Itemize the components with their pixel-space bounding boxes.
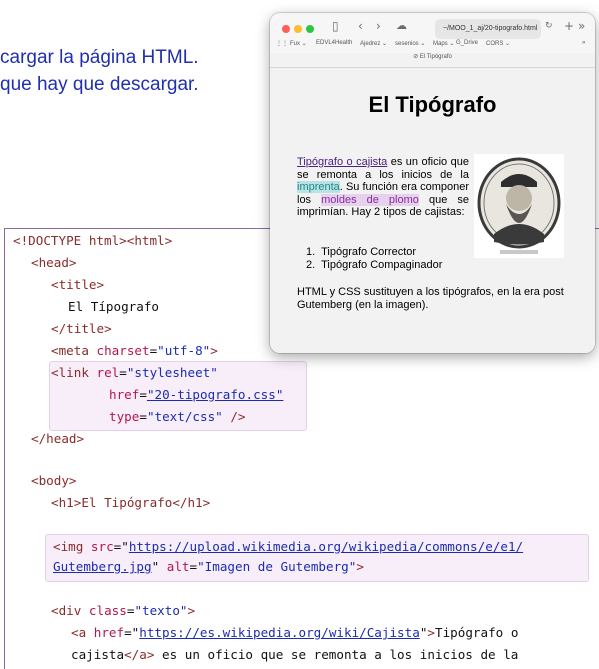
code-line-title-open: <title>	[51, 277, 105, 292]
cajista-href-link[interactable]: https://es.wikipedia.org/wiki/Cajista	[139, 625, 420, 640]
img-src-link-2[interactable]: Gutemberg.jpg	[53, 559, 152, 574]
code-line-h1: <h1>El Tipógrafo</h1>	[51, 495, 211, 510]
list-item: 2. Tipógrafo Compaginador	[306, 258, 443, 271]
new-tab-icon[interactable]: +	[564, 19, 574, 33]
close-window-button[interactable]	[282, 25, 290, 33]
code-line-body-open: <body>	[31, 473, 77, 488]
browser-toolbar: ▯ ‹ › ☁ ~/MOO_1_aj/20-tipografo.html ↻ +…	[270, 13, 595, 53]
globe-icon: ⊘	[413, 54, 420, 60]
minimize-window-button[interactable]	[294, 25, 302, 33]
bookmarks-more-icon[interactable]: »	[582, 40, 585, 46]
moldes-highlight: moldes de plomo	[321, 193, 419, 206]
intro-paragraph: Tipógrafo o cajista es un oficio que se …	[297, 156, 469, 219]
bookmark-item[interactable]: Maps ⌄	[433, 40, 454, 47]
page-heading: El Tipógrafo	[368, 92, 497, 117]
bookmark-item[interactable]: Ajedrez ⌄	[360, 40, 387, 47]
cloud-icon[interactable]: ☁	[396, 19, 407, 32]
css-href-link[interactable]: "20-tipografo.css"	[147, 387, 283, 402]
intro-text: cargar la página HTML. que hay que desca…	[0, 44, 199, 98]
code-line-link-href: href="20-tipografo.css"	[109, 387, 284, 402]
page-content: El Tipógrafo Tipógrafo o cajista es un o…	[270, 67, 595, 353]
code-line-link-type: type="text/css" />	[109, 409, 246, 424]
code-line-title-close: </title>	[51, 321, 112, 336]
bookmark-item[interactable]: Fux ⌄	[290, 40, 307, 47]
browser-window: ▯ ‹ › ☁ ~/MOO_1_aj/20-tipografo.html ↻ +…	[270, 13, 595, 353]
code-line-img-2: Gutemberg.jpg" alt="Imagen de Gutemberg"…	[53, 559, 364, 574]
reload-icon[interactable]: ↻	[545, 21, 553, 31]
code-line-meta: <meta charset="utf-8">	[51, 343, 218, 358]
intro-line-1: cargar la página HTML.	[0, 47, 199, 68]
gutenberg-portrait	[474, 154, 564, 258]
code-line-head-open: <head>	[31, 255, 77, 270]
sidebar-icon[interactable]: ▯	[332, 19, 339, 33]
back-icon[interactable]: ‹	[358, 19, 363, 33]
code-line-anchor: <a href="https://es.wikipedia.org/wiki/C…	[71, 625, 519, 640]
code-line-img: <img src="https://upload.wikimedia.org/w…	[53, 539, 524, 554]
img-src-link[interactable]: https://upload.wikimedia.org/wikipedia/c…	[129, 539, 523, 554]
bookmarks-grid-icon[interactable]: ⋮⋮	[276, 40, 288, 47]
cajista-types-list: 1. Tipógrafo Corrector 2. Tipógrafo Comp…	[306, 246, 442, 271]
code-line-title-text: El Típografo	[68, 299, 159, 314]
footer-paragraph: HTML y CSS sustituyen a los tipógrafos, …	[297, 286, 564, 311]
cajista-link[interactable]: Tipógrafo o cajista	[297, 156, 387, 168]
bookmark-item[interactable]: EDVL4Health	[316, 40, 352, 46]
tab-title[interactable]: ⊘ El Tipógrafo	[270, 53, 595, 60]
code-line-head-close: </head>	[31, 431, 85, 446]
bookmark-item[interactable]: sesenios ⌄	[395, 40, 425, 47]
list-item: 1. Tipógrafo Corrector	[306, 246, 417, 258]
bookmark-item[interactable]: G_Drive	[456, 40, 478, 46]
maximize-window-button[interactable]	[306, 25, 314, 33]
code-line-div: <div class="texto">	[51, 603, 196, 618]
code-line-anchor-2: cajista</a> es un oficio que se remonta …	[71, 647, 519, 662]
forward-icon[interactable]: ›	[376, 19, 381, 33]
address-bar[interactable]: ~/MOO_1_aj/20-tipografo.html	[435, 19, 541, 39]
code-line-link: <link rel="stylesheet"	[51, 365, 218, 380]
code-line-doctype: <!DOCTYPE html><html>	[13, 233, 173, 248]
bookmark-item[interactable]: CORS ⌄	[486, 40, 510, 47]
intro-line-2: que hay que descargar.	[0, 74, 199, 95]
imprenta-highlight: imprenta	[297, 181, 340, 194]
more-icon[interactable]: »	[578, 19, 585, 33]
